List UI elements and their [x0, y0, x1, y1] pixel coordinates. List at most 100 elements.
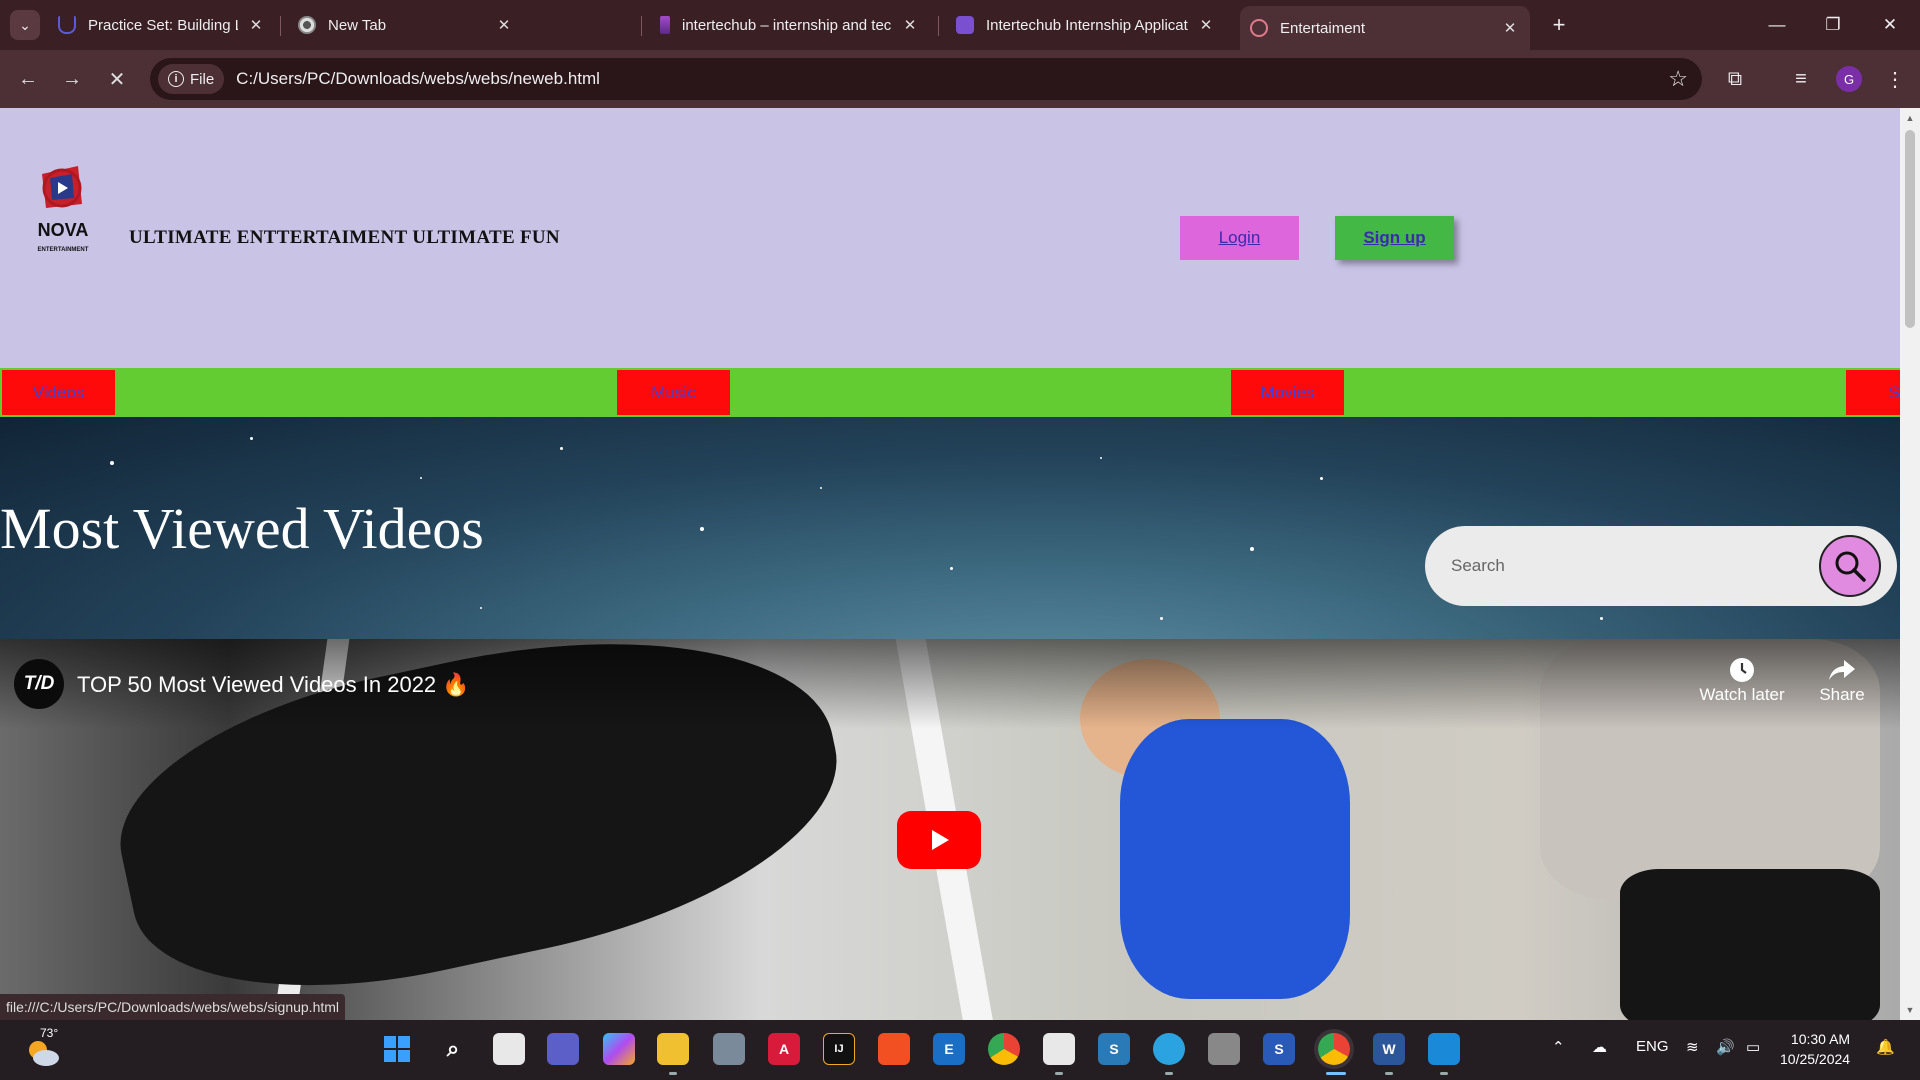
tab-new-tab[interactable]: New Tab ✕	[288, 8, 524, 42]
video-thumbnail-figure	[1120, 719, 1350, 999]
photos-icon[interactable]	[1428, 1033, 1460, 1065]
profile-avatar[interactable]: G	[1836, 66, 1862, 92]
onedrive-icon[interactable]: ☁	[1592, 1038, 1607, 1056]
extensions-icon[interactable]: ⧉	[1720, 64, 1750, 94]
search-button[interactable]	[1819, 535, 1881, 597]
restore-button[interactable]: ❐	[1813, 10, 1853, 40]
site-info-chip[interactable]: i File	[158, 64, 225, 94]
more-menu-icon[interactable]: ⋮	[1880, 64, 1910, 94]
close-icon[interactable]: ✕	[900, 16, 920, 34]
site-info-label: File	[190, 70, 215, 88]
clock[interactable]: 10:30 AM 10/25/2024	[1780, 1029, 1850, 1069]
start-icon[interactable]	[381, 1033, 413, 1065]
close-icon[interactable]: ✕	[1500, 19, 1520, 37]
tab-entertaiment[interactable]: Entertaiment ✕	[1240, 6, 1530, 50]
login-button[interactable]: Login	[1180, 216, 1299, 260]
play-icon	[932, 830, 949, 850]
video-thumbnail-figure	[1620, 869, 1880, 1020]
battery-icon[interactable]: ▭	[1746, 1038, 1760, 1056]
sql-icon[interactable]: S	[1263, 1033, 1295, 1065]
file-explorer-icon[interactable]	[657, 1033, 689, 1065]
telegram-icon[interactable]	[1153, 1033, 1185, 1065]
tab-title: Entertaiment	[1280, 19, 1366, 37]
task-view-icon[interactable]	[493, 1033, 525, 1065]
close-icon[interactable]: ✕	[246, 16, 266, 34]
hero-banner: Most Viewed Videos	[0, 417, 1900, 639]
share-button[interactable]: Share	[1814, 655, 1870, 705]
tab-search-button[interactable]: ⌄	[10, 10, 40, 40]
show-hidden-icons-chevron-icon[interactable]: ⌃	[1552, 1038, 1565, 1056]
signup-button[interactable]: Sign up	[1335, 216, 1454, 260]
close-icon[interactable]: ✕	[1196, 16, 1216, 34]
tab-separator	[641, 16, 642, 36]
tab-practice-set[interactable]: Practice Set: Building Layouts - ✕	[48, 8, 276, 42]
page-scrollbar[interactable]: ▲ ▼	[1900, 108, 1920, 1020]
play-button[interactable]	[897, 811, 981, 869]
share-label: Share	[1819, 685, 1865, 704]
close-window-button[interactable]: ✕	[1870, 10, 1910, 40]
bookmark-star-icon[interactable]: ☆	[1668, 66, 1688, 92]
url-text[interactable]: C:/Users/PC/Downloads/webs/webs/neweb.ht…	[236, 69, 600, 89]
word-icon[interactable]: W	[1373, 1033, 1405, 1065]
logo-subtext: ENTERTAINMENT	[38, 247, 89, 253]
tab-intertechub-application[interactable]: Intertechub Internship Applicati ✕	[946, 8, 1226, 42]
video-title[interactable]: TOP 50 Most Viewed Videos In 2022 🔥	[77, 672, 470, 698]
volume-icon[interactable]: 🔊	[1716, 1038, 1735, 1056]
sway-icon[interactable]: S	[1098, 1033, 1130, 1065]
tab-strip: ⌄ Practice Set: Building Layouts - ✕ New…	[0, 0, 1920, 50]
tab-intertechub[interactable]: intertechub – internship and tec ✕	[650, 8, 930, 42]
back-button[interactable]: ←	[13, 64, 43, 94]
search-taskbar-icon[interactable]: ⌕	[437, 1033, 469, 1065]
notification-bell-icon[interactable]: 🔔	[1876, 1038, 1895, 1056]
microsoft-store-icon[interactable]	[878, 1033, 910, 1065]
site-header: NOVA ENTERTAINMENT ULTIMATE ENTTERTAIMEN…	[0, 108, 1900, 368]
tab-title: Practice Set: Building Layouts -	[88, 16, 238, 34]
minimize-button[interactable]: —	[1757, 10, 1797, 40]
close-icon[interactable]: ✕	[494, 16, 514, 34]
nav-music[interactable]: Music	[617, 370, 730, 415]
tab-title: intertechub – internship and tec	[682, 16, 892, 34]
tab-separator	[280, 16, 281, 36]
search-bar	[1425, 526, 1897, 606]
snipping-tool-icon[interactable]	[1043, 1033, 1075, 1065]
chrome-active-icon[interactable]	[1318, 1033, 1350, 1065]
tagline: ULTIMATE ENTTERTAIMENT ULTIMATE FUN	[129, 227, 560, 248]
intellij-icon[interactable]: IJ	[823, 1033, 855, 1065]
search-input[interactable]	[1451, 556, 1791, 576]
outlook-icon[interactable]: E	[933, 1033, 965, 1065]
forms-icon	[956, 16, 974, 34]
channel-avatar[interactable]: T/D	[14, 659, 64, 709]
nav-cutoff-item[interactable]: S	[1846, 370, 1900, 415]
logo-text: NOVA	[38, 220, 89, 240]
copilot-icon[interactable]	[603, 1033, 635, 1065]
embedded-video[interactable]: T/D TOP 50 Most Viewed Videos In 2022 🔥 …	[0, 639, 1900, 1020]
nav-movies[interactable]: Movies	[1231, 370, 1344, 415]
new-tab-button[interactable]: +	[1544, 10, 1574, 40]
intertechub-icon	[660, 16, 670, 34]
clock-time: 10:30 AM	[1790, 1031, 1851, 1047]
watch-later-button[interactable]: Watch later	[1692, 655, 1792, 705]
nav-videos[interactable]: Videos	[2, 370, 115, 415]
chrome-taskbar-icon[interactable]	[988, 1033, 1020, 1065]
page-icon	[1250, 19, 1268, 37]
wifi-icon[interactable]: ≋	[1686, 1038, 1699, 1056]
weather-temperature: 73°	[40, 1026, 59, 1040]
browser-toolbar: ← → ✕ i File C:/Users/PC/Downloads/webs/…	[0, 50, 1920, 108]
teams-icon[interactable]	[547, 1033, 579, 1065]
udemy-icon	[58, 16, 76, 34]
media-controls-icon[interactable]: ≡	[1786, 64, 1816, 94]
scrollbar-thumb[interactable]	[1905, 130, 1915, 328]
autocad-icon[interactable]: A	[768, 1033, 800, 1065]
tab-title: New Tab	[328, 16, 387, 34]
address-bar[interactable]: i File C:/Users/PC/Downloads/webs/webs/n…	[150, 58, 1702, 100]
taskbar: 73° ⌕ A IJ E S S W ⌃ ☁ ENG ≋ 🔊 ▭ 10:30 A…	[0, 1020, 1920, 1080]
calculator-icon[interactable]	[713, 1033, 745, 1065]
scroll-down-arrow-icon[interactable]: ▼	[1905, 1005, 1915, 1015]
forward-button[interactable]: →	[57, 64, 87, 94]
stop-loading-button[interactable]: ✕	[102, 64, 132, 94]
info-icon: i	[168, 71, 184, 87]
scroll-up-arrow-icon[interactable]: ▲	[1905, 113, 1915, 123]
language-indicator[interactable]: ENG	[1636, 1038, 1669, 1055]
app-icon[interactable]	[1208, 1033, 1240, 1065]
link-status-bubble: file:///C:/Users/PC/Downloads/webs/webs/…	[0, 994, 346, 1020]
